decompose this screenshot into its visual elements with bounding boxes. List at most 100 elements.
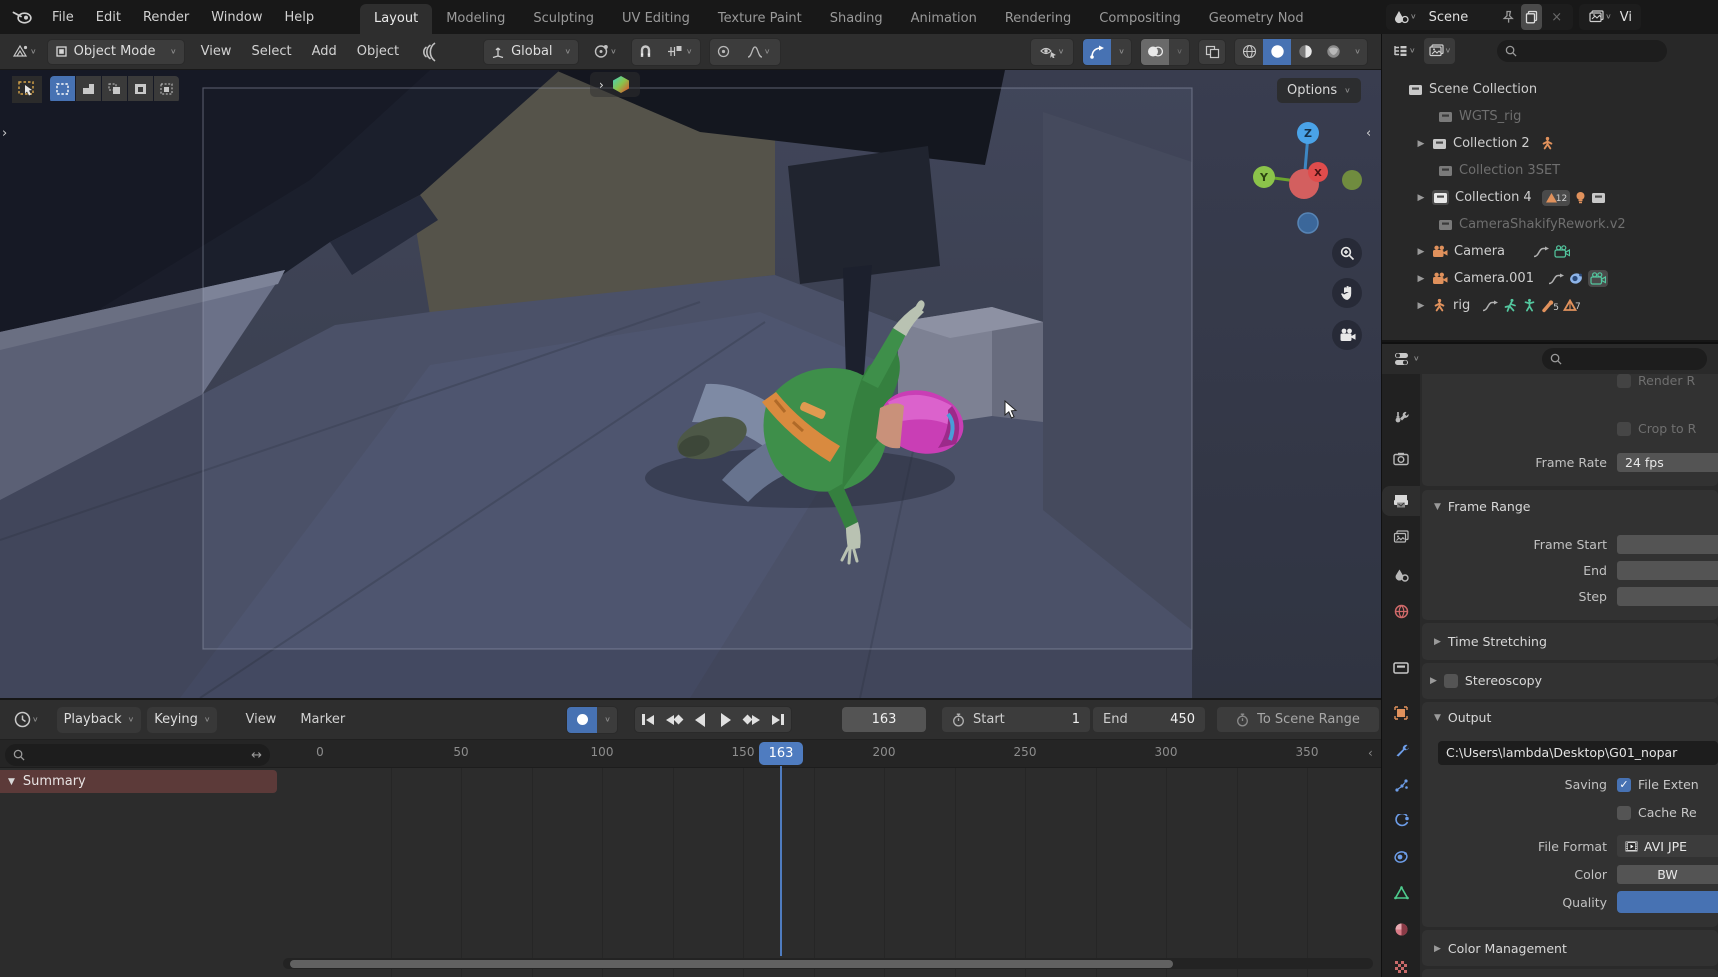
to-scene-range-button[interactable]: To Scene Range: [1217, 707, 1379, 732]
breadcrumb-arrow-icon[interactable]: ›: [599, 78, 604, 92]
tab-compositing[interactable]: Compositing: [1085, 4, 1195, 34]
outliner-search[interactable]: [1497, 40, 1667, 62]
3d-viewport[interactable]: › Options ∨ › ‹ Z Y X: [0, 70, 1381, 698]
tab-modeling[interactable]: Modeling: [432, 4, 519, 34]
crop-checkbox[interactable]: [1617, 422, 1631, 436]
tab-scene[interactable]: [1382, 560, 1420, 590]
playhead-label[interactable]: 163: [759, 742, 803, 765]
proportional-editing-toggle[interactable]: [710, 39, 738, 65]
snap-magnet-toggle[interactable]: [632, 39, 660, 65]
prev-keyframe-button[interactable]: [661, 707, 687, 732]
falloff-arcs-icon[interactable]: [415, 39, 445, 65]
keying-menu[interactable]: Keying∨: [147, 707, 217, 733]
select-mode-invert[interactable]: [128, 76, 153, 101]
camera-view-button[interactable]: [1332, 320, 1362, 350]
shading-material-button[interactable]: [1291, 39, 1319, 65]
properties-editor-type-button[interactable]: ∨: [1390, 346, 1424, 372]
select-mode-subtract[interactable]: [102, 76, 127, 101]
tab-texture-paint[interactable]: Texture Paint: [704, 4, 816, 34]
gizmos-dropdown[interactable]: ∨: [1111, 39, 1131, 65]
tab-geometry-nodes[interactable]: Geometry Nod: [1195, 4, 1318, 34]
transform-orientation[interactable]: Global ∨: [483, 39, 579, 65]
tab-modifiers[interactable]: [1382, 734, 1420, 764]
view-layer-name[interactable]: Vi: [1616, 10, 1636, 25]
timeline-scrollbar-thumb[interactable]: [290, 960, 1173, 968]
active-tool-select-box[interactable]: [12, 76, 42, 103]
timeline-marker-menu[interactable]: Marker: [288, 712, 357, 727]
proportional-falloff-button[interactable]: ∨: [738, 39, 780, 65]
render-region-checkbox[interactable]: [1617, 374, 1631, 388]
playback-menu[interactable]: Playback∨: [57, 707, 142, 733]
light-icon[interactable]: [1574, 191, 1587, 205]
ruler-collapse-arrow[interactable]: ‹: [1368, 746, 1373, 760]
snap-target-button[interactable]: ∨: [589, 39, 621, 65]
output-section[interactable]: ▼Output: [1420, 707, 1718, 728]
timeline-scrollbar[interactable]: [283, 958, 1373, 969]
stereoscopy-section[interactable]: ▶Stereoscopy: [1420, 670, 1718, 691]
armature-object-icon[interactable]: [1540, 136, 1555, 151]
pose-run-icon[interactable]: [1503, 298, 1518, 313]
pose-stand-icon[interactable]: [1522, 298, 1537, 313]
tab-rendering[interactable]: Rendering: [991, 4, 1085, 34]
menu-add[interactable]: Add: [302, 44, 347, 59]
auto-keying-record-button[interactable]: [567, 707, 597, 733]
menu-edit[interactable]: Edit: [85, 0, 132, 34]
gizmos-toggle[interactable]: [1083, 39, 1111, 65]
editor-type-button[interactable]: ∨: [8, 39, 41, 65]
xray-toggle[interactable]: [1198, 39, 1226, 65]
tab-layout[interactable]: Layout: [360, 4, 432, 34]
menu-file[interactable]: File: [41, 0, 85, 34]
properties-search[interactable]: [1542, 348, 1707, 370]
outliner-row-camerashakify[interactable]: CameraShakifyRework.v2: [1382, 211, 1718, 238]
output-path-field[interactable]: C:\Users\lambda\Desktop\G01_nopar: [1438, 741, 1718, 765]
menu-view[interactable]: View: [191, 44, 242, 59]
pin-scene-icon[interactable]: [1498, 4, 1519, 30]
expand-arrow-icon[interactable]: ▶: [1414, 301, 1428, 311]
play-reverse-button[interactable]: [687, 707, 713, 732]
animation-fcurve-icon[interactable]: [1533, 246, 1550, 258]
outliner-row-collection-4[interactable]: ▶ Collection 4 12: [1382, 184, 1718, 211]
outliner-display-mode-button[interactable]: ∨: [1424, 38, 1456, 64]
scene-selector-button[interactable]: ∨: [1390, 4, 1421, 30]
cache-result-checkbox[interactable]: [1617, 806, 1631, 820]
summary-channel[interactable]: ▼ Summary: [0, 770, 277, 793]
jump-to-end-button[interactable]: [765, 707, 791, 732]
frame-rate-field[interactable]: 24 fps: [1617, 453, 1718, 472]
quality-slider[interactable]: [1617, 891, 1718, 913]
summary-collapse-icon[interactable]: ▼: [8, 777, 15, 787]
mesh-data-count-icon[interactable]: 12: [1542, 190, 1570, 206]
tab-uv-editing[interactable]: UV Editing: [608, 4, 704, 34]
animation-fcurve-icon[interactable]: [1482, 300, 1499, 312]
menu-help[interactable]: Help: [274, 0, 326, 34]
tab-object[interactable]: [1382, 698, 1420, 728]
pan-hand-button[interactable]: [1332, 278, 1362, 308]
file-extensions-checkbox[interactable]: ✓: [1617, 778, 1631, 792]
outliner-row-camera-001[interactable]: ▶ Camera.001: [1382, 265, 1718, 292]
timeline-editor-type-button[interactable]: ∨: [10, 707, 43, 733]
frame-start-field-timeline[interactable]: Start 1: [942, 707, 1090, 732]
playhead-line[interactable]: [780, 766, 782, 956]
overlays-dropdown[interactable]: ∨: [1169, 39, 1189, 65]
timeline-track-area[interactable]: [283, 768, 1381, 977]
tab-world[interactable]: [1382, 596, 1420, 626]
expand-arrow-icon[interactable]: ▶: [1414, 274, 1428, 284]
unlink-scene-button[interactable]: ×: [1544, 4, 1569, 30]
outliner-row-collection-2[interactable]: ▶ Collection 2: [1382, 130, 1718, 157]
shading-dropdown[interactable]: ∨: [1347, 39, 1367, 65]
camera-data-icon[interactable]: [1554, 245, 1570, 258]
tab-texture[interactable]: [1382, 952, 1420, 977]
stereoscopy-checkbox[interactable]: [1444, 674, 1458, 688]
expand-arrow-icon[interactable]: ▶: [1414, 193, 1428, 203]
camera-data-icon-active[interactable]: [1588, 270, 1608, 287]
filter-expand-icon[interactable]: ↔: [251, 748, 262, 763]
tab-view-layer[interactable]: [1382, 522, 1420, 552]
expand-arrow-icon[interactable]: ▶: [1414, 247, 1428, 257]
tab-collection[interactable]: [1382, 652, 1420, 682]
view-layer-selector-button[interactable]: ∨: [1584, 4, 1616, 30]
menu-window[interactable]: Window: [200, 0, 273, 34]
outliner-row-scene-collection[interactable]: Scene Collection: [1382, 76, 1718, 103]
timeline-body[interactable]: 0 50 100 150 200 250 300 350 ‹ 163 ↔ ▼ S…: [0, 740, 1381, 977]
blender-logo-icon[interactable]: [8, 4, 37, 30]
menu-render[interactable]: Render: [132, 0, 200, 34]
shading-solid-button[interactable]: [1263, 39, 1291, 65]
